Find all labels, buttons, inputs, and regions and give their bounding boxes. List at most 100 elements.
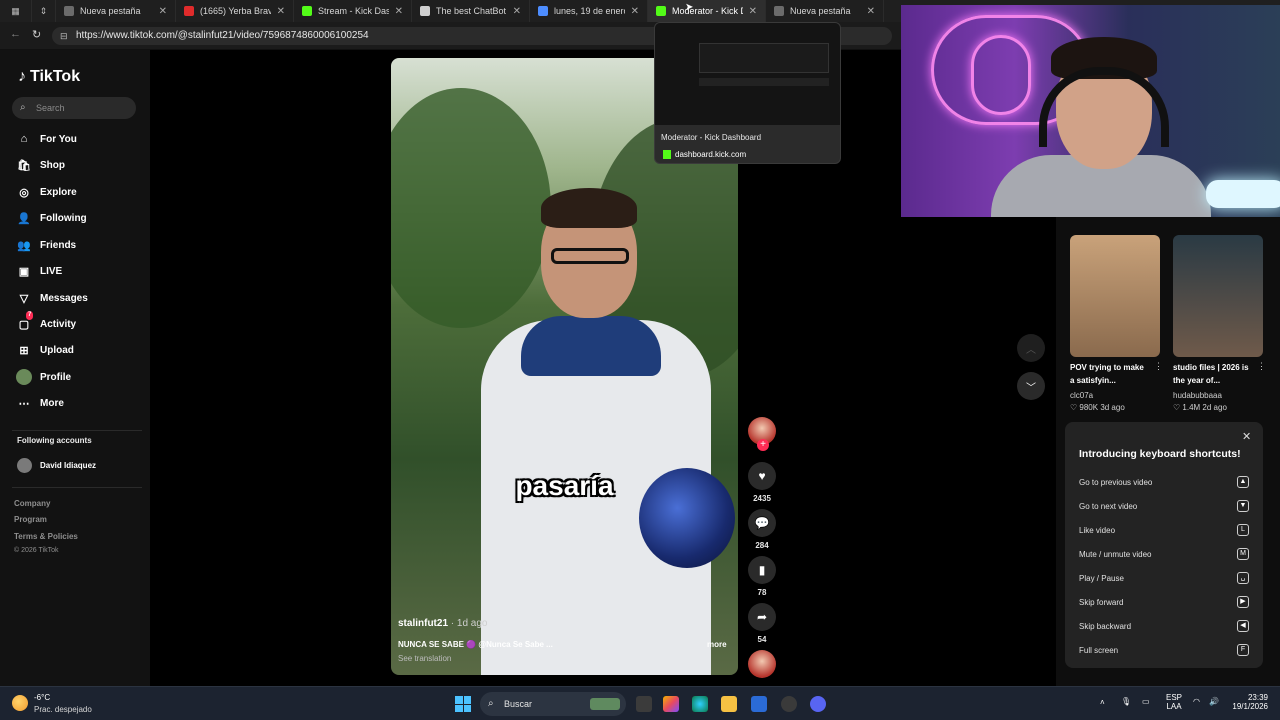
sidebar-item-live[interactable]: ▣ LIVE — [16, 262, 146, 280]
language-indicator[interactable]: ESP LAA — [1166, 693, 1182, 711]
weather-icon[interactable] — [12, 695, 28, 711]
bookmark-icon: ▮ — [748, 556, 776, 584]
sidebar-item-profile[interactable]: Profile — [16, 368, 146, 386]
related-video-title[interactable]: POV trying to make a satisfyin... — [1070, 361, 1150, 387]
search-input[interactable]: ⌕ Search — [12, 97, 136, 119]
bookmark-button[interactable]: ▮ 78 — [748, 556, 776, 597]
footer-terms-link[interactable]: Terms & Policies — [14, 532, 78, 541]
sidebar-item-upload[interactable]: ⊞ Upload — [16, 341, 146, 359]
shortcut-label: Skip forward — [1079, 598, 1124, 607]
volume-icon[interactable]: 🔊 — [1209, 697, 1219, 706]
webcam-scene — [971, 35, 1031, 115]
back-icon[interactable]: ← — [10, 28, 21, 40]
tab-close-icon[interactable]: ✕ — [159, 6, 167, 17]
shortcut-row: Go to previous video ▲ — [1079, 476, 1249, 490]
video-author[interactable]: stalinfut21 · 1d ago — [398, 618, 488, 629]
sidebar-item-explore[interactable]: ◎ Explore — [16, 183, 146, 201]
follow-plus-icon[interactable]: + — [757, 439, 769, 451]
browser-tab[interactable]: lunes, 19 de enero de ✕ — [530, 0, 648, 22]
tab-close-icon[interactable]: ✕ — [867, 6, 875, 17]
next-video-button[interactable]: ﹀ — [1017, 372, 1045, 400]
tiktok-note-icon: ♪ — [18, 68, 26, 85]
sidebar-item-following[interactable]: 👤 Following — [16, 209, 146, 227]
share-icon: ➦ — [748, 603, 776, 631]
webcam-overlay — [901, 5, 1280, 217]
mouse-cursor-icon: ➤ — [685, 2, 694, 13]
sidebar-item-activity[interactable]: ▢ Activity 7 — [16, 311, 146, 333]
following-account-name: David Idiaquez — [40, 460, 97, 470]
tiktok-logo[interactable]: ♪ TikTok — [18, 68, 80, 86]
following-account-item[interactable]: David Idiaquez — [17, 457, 137, 473]
share-button[interactable]: ➦ 54 — [748, 603, 776, 644]
previous-video-button[interactable]: ︿ — [1017, 334, 1045, 362]
tab-close-icon[interactable]: ✕ — [277, 6, 285, 17]
sidebar-item-more[interactable]: ⋯ More — [16, 394, 146, 412]
weather-temperature: -6°C — [34, 693, 51, 702]
video-more-button[interactable]: more — [707, 640, 727, 649]
tab-close-icon[interactable]: ✕ — [749, 6, 757, 17]
close-icon[interactable]: ✕ — [1242, 430, 1251, 443]
browser-tab[interactable]: Stream - Kick Dashbo ✕ — [294, 0, 412, 22]
chevron-down-icon: ﹀ — [1026, 382, 1036, 394]
like-button[interactable]: ♥ 2435 — [748, 462, 776, 503]
sidebar-item-friends[interactable]: 👥 Friends — [16, 236, 146, 254]
discord-icon[interactable] — [810, 696, 826, 712]
clock[interactable]: 23:39 19/1/2026 — [1228, 693, 1268, 711]
music-disc-button[interactable] — [748, 650, 776, 678]
sidebar-item-label: Friends — [40, 239, 77, 251]
browser-tab[interactable]: Moderator - Kick Das ✕ — [648, 0, 766, 22]
refresh-icon[interactable]: ↻ — [32, 28, 41, 41]
following-accounts-heading: Following accounts — [17, 436, 92, 445]
tab-close-icon[interactable]: ✕ — [513, 6, 521, 17]
footer-program-link[interactable]: Program — [14, 515, 47, 524]
task-view-icon[interactable] — [636, 696, 652, 712]
microphone-icon[interactable]: 🎙 — [1121, 697, 1131, 706]
divider — [12, 430, 142, 431]
tab-title: Stream - Kick Dashbo — [318, 6, 389, 16]
windows-logo-icon — [455, 696, 463, 704]
store-icon[interactable] — [751, 696, 767, 712]
shortcut-row: Full screen F — [1079, 644, 1249, 658]
tab-close-icon[interactable]: ✕ — [395, 6, 403, 17]
wifi-icon[interactable]: ◠ — [1193, 697, 1200, 706]
shortcut-key-icon: ▶ — [1237, 596, 1249, 608]
weather-condition: Prac. despejado — [34, 705, 92, 714]
taskbar-search[interactable]: ⌕ Buscar — [480, 692, 626, 716]
shortcut-key-icon: ▲ — [1237, 476, 1249, 488]
chevron-up-icon[interactable]: ˄ — [1100, 698, 1105, 707]
file-explorer-icon[interactable] — [721, 696, 737, 712]
see-translation-link[interactable]: See translation — [398, 654, 451, 663]
start-button[interactable] — [455, 696, 471, 712]
sidebar-item-label: LIVE — [40, 265, 63, 277]
tab-actions-button[interactable]: ▦ — [0, 0, 32, 22]
app-icon[interactable] — [781, 696, 797, 712]
related-video-thumbnail[interactable] — [1173, 235, 1263, 357]
tab-close-icon[interactable]: ✕ — [631, 6, 639, 17]
related-video-title[interactable]: studio files | 2026 is the year of... — [1173, 361, 1253, 387]
creator-avatar-button[interactable]: + — [748, 417, 776, 451]
related-video-thumbnail[interactable] — [1070, 235, 1160, 357]
footer-company-link[interactable]: Company — [14, 499, 50, 508]
search-icon: ⌕ — [488, 698, 494, 709]
browser-tab[interactable]: The best ChatBot and ✕ — [412, 0, 530, 22]
sidebar-item-label: Following — [40, 212, 87, 224]
related-video-author[interactable]: clc07a — [1070, 391, 1093, 400]
sidebar-item-for-you[interactable]: ⌂ For You — [16, 130, 146, 148]
sidebar-item-shop[interactable]: 🛍 Shop — [16, 156, 146, 174]
more-options-icon[interactable]: ⋮ — [1154, 361, 1163, 372]
copilot-icon[interactable] — [663, 696, 679, 712]
browser-tab[interactable]: Nueva pestaña ✕ — [56, 0, 176, 22]
camera-icon[interactable]: ▭ — [1142, 697, 1150, 706]
tab-stack-icon: ▦ — [11, 5, 20, 16]
related-video-author[interactable]: hudabubbaaa — [1173, 391, 1222, 400]
browser-tab[interactable]: (1665) Yerba Brava - L ✕ — [176, 0, 294, 22]
vertical-tabs-button[interactable]: ⇕ — [32, 0, 56, 22]
tab-favicon-icon — [538, 6, 548, 16]
video-caption-overlay: pasaría — [515, 470, 614, 501]
edge-icon[interactable] — [692, 696, 708, 712]
more-options-icon[interactable]: ⋮ — [1257, 361, 1266, 372]
comment-button[interactable]: 💬 284 — [748, 509, 776, 550]
sidebar-item-messages[interactable]: ▽ Messages — [16, 289, 146, 307]
browser-tab[interactable]: Nueva pestaña ✕ — [766, 0, 884, 22]
site-info-icon[interactable]: ⊟ — [60, 27, 68, 45]
